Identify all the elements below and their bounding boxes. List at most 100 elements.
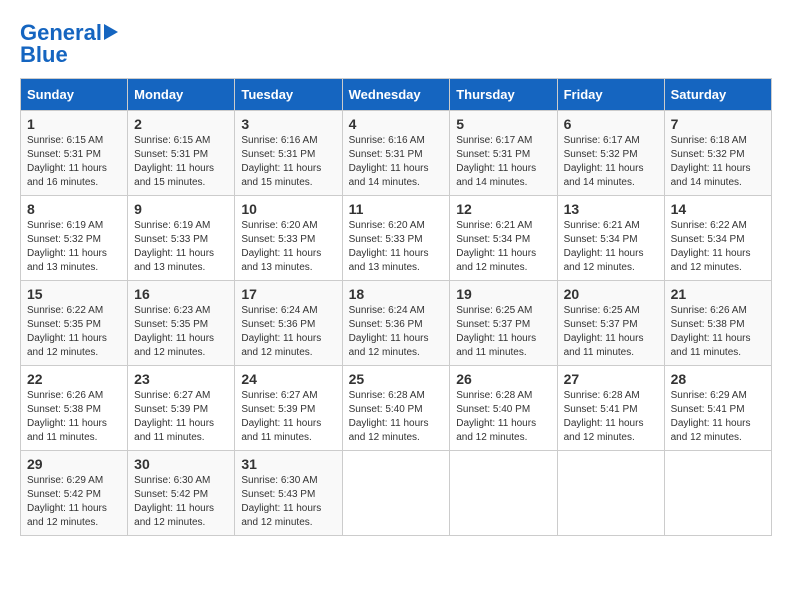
weekday-header: Sunday xyxy=(21,79,128,111)
day-info: Sunrise: 6:23 AMSunset: 5:35 PMDaylight:… xyxy=(134,304,228,360)
calendar-cell: 11 Sunrise: 6:20 AMSunset: 5:33 PMDayligh… xyxy=(342,196,450,281)
day-info: Sunrise: 6:17 AMSunset: 5:32 PMDaylight:… xyxy=(564,134,658,190)
calendar-cell: 8 Sunrise: 6:19 AMSunset: 5:32 PMDaylight… xyxy=(21,196,128,281)
weekday-header: Tuesday xyxy=(235,79,342,111)
day-number: 21 xyxy=(671,286,765,302)
day-number: 19 xyxy=(456,286,550,302)
calendar-cell: 29 Sunrise: 6:29 AMSunset: 5:42 PMDayligh… xyxy=(21,451,128,536)
calendar-cell: 22 Sunrise: 6:26 AMSunset: 5:38 PMDayligh… xyxy=(21,366,128,451)
calendar-cell: 30 Sunrise: 6:30 AMSunset: 5:42 PMDayligh… xyxy=(128,451,235,536)
calendar-week-row: 29 Sunrise: 6:29 AMSunset: 5:42 PMDayligh… xyxy=(21,451,772,536)
day-number: 11 xyxy=(349,201,444,217)
day-info: Sunrise: 6:24 AMSunset: 5:36 PMDaylight:… xyxy=(241,304,335,360)
day-number: 30 xyxy=(134,456,228,472)
day-number: 25 xyxy=(349,371,444,387)
calendar-cell: 17 Sunrise: 6:24 AMSunset: 5:36 PMDayligh… xyxy=(235,281,342,366)
calendar-cell: 12 Sunrise: 6:21 AMSunset: 5:34 PMDayligh… xyxy=(450,196,557,281)
day-number: 15 xyxy=(27,286,121,302)
day-info: Sunrise: 6:27 AMSunset: 5:39 PMDaylight:… xyxy=(134,389,228,445)
calendar-week-row: 22 Sunrise: 6:26 AMSunset: 5:38 PMDayligh… xyxy=(21,366,772,451)
weekday-header: Thursday xyxy=(450,79,557,111)
day-info: Sunrise: 6:21 AMSunset: 5:34 PMDaylight:… xyxy=(456,219,550,275)
day-info: Sunrise: 6:28 AMSunset: 5:40 PMDaylight:… xyxy=(456,389,550,445)
day-info: Sunrise: 6:25 AMSunset: 5:37 PMDaylight:… xyxy=(456,304,550,360)
weekday-header: Monday xyxy=(128,79,235,111)
calendar-cell xyxy=(664,451,771,536)
day-number: 10 xyxy=(241,201,335,217)
logo-arrow-icon xyxy=(104,24,118,40)
day-number: 28 xyxy=(671,371,765,387)
day-info: Sunrise: 6:22 AMSunset: 5:34 PMDaylight:… xyxy=(671,219,765,275)
day-info: Sunrise: 6:20 AMSunset: 5:33 PMDaylight:… xyxy=(349,219,444,275)
calendar-cell: 2 Sunrise: 6:15 AMSunset: 5:31 PMDaylight… xyxy=(128,111,235,196)
day-number: 6 xyxy=(564,116,658,132)
calendar-header: SundayMondayTuesdayWednesdayThursdayFrid… xyxy=(21,79,772,111)
calendar-cell xyxy=(557,451,664,536)
day-info: Sunrise: 6:20 AMSunset: 5:33 PMDaylight:… xyxy=(241,219,335,275)
calendar-week-row: 1Sunrise: 6:15 AMSunset: 5:31 PMDaylight… xyxy=(21,111,772,196)
calendar-cell: 9 Sunrise: 6:19 AMSunset: 5:33 PMDaylight… xyxy=(128,196,235,281)
day-number: 16 xyxy=(134,286,228,302)
day-number: 2 xyxy=(134,116,228,132)
day-info: Sunrise: 6:16 AMSunset: 5:31 PMDaylight:… xyxy=(349,134,444,190)
calendar-cell: 28 Sunrise: 6:29 AMSunset: 5:41 PMDayligh… xyxy=(664,366,771,451)
day-number: 9 xyxy=(134,201,228,217)
day-info: Sunrise: 6:29 AMSunset: 5:42 PMDaylight:… xyxy=(27,474,121,530)
calendar-cell: 31Sunrise: 6:30 AMSunset: 5:43 PMDayligh… xyxy=(235,451,342,536)
day-number: 7 xyxy=(671,116,765,132)
day-number: 22 xyxy=(27,371,121,387)
day-number: 3 xyxy=(241,116,335,132)
calendar-body: 1Sunrise: 6:15 AMSunset: 5:31 PMDaylight… xyxy=(21,111,772,536)
day-number: 17 xyxy=(241,286,335,302)
weekday-header: Wednesday xyxy=(342,79,450,111)
calendar-cell: 13Sunrise: 6:21 AMSunset: 5:34 PMDayligh… xyxy=(557,196,664,281)
day-number: 20 xyxy=(564,286,658,302)
calendar-cell: 14 Sunrise: 6:22 AMSunset: 5:34 PMDayligh… xyxy=(664,196,771,281)
calendar-cell: 21 Sunrise: 6:26 AMSunset: 5:38 PMDayligh… xyxy=(664,281,771,366)
calendar-cell: 15 Sunrise: 6:22 AMSunset: 5:35 PMDayligh… xyxy=(21,281,128,366)
calendar-week-row: 8 Sunrise: 6:19 AMSunset: 5:32 PMDaylight… xyxy=(21,196,772,281)
day-info: Sunrise: 6:28 AMSunset: 5:40 PMDaylight:… xyxy=(349,389,444,445)
calendar-table: SundayMondayTuesdayWednesdayThursdayFrid… xyxy=(20,78,772,536)
day-info: Sunrise: 6:28 AMSunset: 5:41 PMDaylight:… xyxy=(564,389,658,445)
day-info: Sunrise: 6:27 AMSunset: 5:39 PMDaylight:… xyxy=(241,389,335,445)
calendar-cell: 20Sunrise: 6:25 AMSunset: 5:37 PMDayligh… xyxy=(557,281,664,366)
calendar-cell: 10 Sunrise: 6:20 AMSunset: 5:33 PMDayligh… xyxy=(235,196,342,281)
calendar-cell: 6 Sunrise: 6:17 AMSunset: 5:32 PMDaylight… xyxy=(557,111,664,196)
day-info: Sunrise: 6:29 AMSunset: 5:41 PMDaylight:… xyxy=(671,389,765,445)
day-number: 23 xyxy=(134,371,228,387)
day-info: Sunrise: 6:26 AMSunset: 5:38 PMDaylight:… xyxy=(671,304,765,360)
day-number: 14 xyxy=(671,201,765,217)
day-info: Sunrise: 6:19 AMSunset: 5:32 PMDaylight:… xyxy=(27,219,121,275)
day-info: Sunrise: 6:24 AMSunset: 5:36 PMDaylight:… xyxy=(349,304,444,360)
day-number: 24 xyxy=(241,371,335,387)
day-number: 12 xyxy=(456,201,550,217)
day-info: Sunrise: 6:30 AMSunset: 5:42 PMDaylight:… xyxy=(134,474,228,530)
day-number: 26 xyxy=(456,371,550,387)
day-number: 31 xyxy=(241,456,335,472)
day-number: 4 xyxy=(349,116,444,132)
calendar-week-row: 15 Sunrise: 6:22 AMSunset: 5:35 PMDayligh… xyxy=(21,281,772,366)
calendar-cell xyxy=(342,451,450,536)
calendar-cell: 25 Sunrise: 6:28 AMSunset: 5:40 PMDayligh… xyxy=(342,366,450,451)
day-info: Sunrise: 6:16 AMSunset: 5:31 PMDaylight:… xyxy=(241,134,335,190)
day-info: Sunrise: 6:17 AMSunset: 5:31 PMDaylight:… xyxy=(456,134,550,190)
day-info: Sunrise: 6:15 AMSunset: 5:31 PMDaylight:… xyxy=(134,134,228,190)
day-info: Sunrise: 6:22 AMSunset: 5:35 PMDaylight:… xyxy=(27,304,121,360)
calendar-cell: 23 Sunrise: 6:27 AMSunset: 5:39 PMDayligh… xyxy=(128,366,235,451)
day-number: 29 xyxy=(27,456,121,472)
weekday-header-row: SundayMondayTuesdayWednesdayThursdayFrid… xyxy=(21,79,772,111)
page-header: General Blue xyxy=(20,20,772,68)
day-info: Sunrise: 6:19 AMSunset: 5:33 PMDaylight:… xyxy=(134,219,228,275)
day-number: 8 xyxy=(27,201,121,217)
calendar-cell: 1Sunrise: 6:15 AMSunset: 5:31 PMDaylight… xyxy=(21,111,128,196)
calendar-cell: 7Sunrise: 6:18 AMSunset: 5:32 PMDaylight… xyxy=(664,111,771,196)
day-info: Sunrise: 6:15 AMSunset: 5:31 PMDaylight:… xyxy=(27,134,121,190)
day-info: Sunrise: 6:26 AMSunset: 5:38 PMDaylight:… xyxy=(27,389,121,445)
calendar-cell: 16 Sunrise: 6:23 AMSunset: 5:35 PMDayligh… xyxy=(128,281,235,366)
calendar-cell xyxy=(450,451,557,536)
calendar-cell: 5 Sunrise: 6:17 AMSunset: 5:31 PMDaylight… xyxy=(450,111,557,196)
day-number: 5 xyxy=(456,116,550,132)
calendar-cell: 3 Sunrise: 6:16 AMSunset: 5:31 PMDaylight… xyxy=(235,111,342,196)
day-info: Sunrise: 6:21 AMSunset: 5:34 PMDaylight:… xyxy=(564,219,658,275)
